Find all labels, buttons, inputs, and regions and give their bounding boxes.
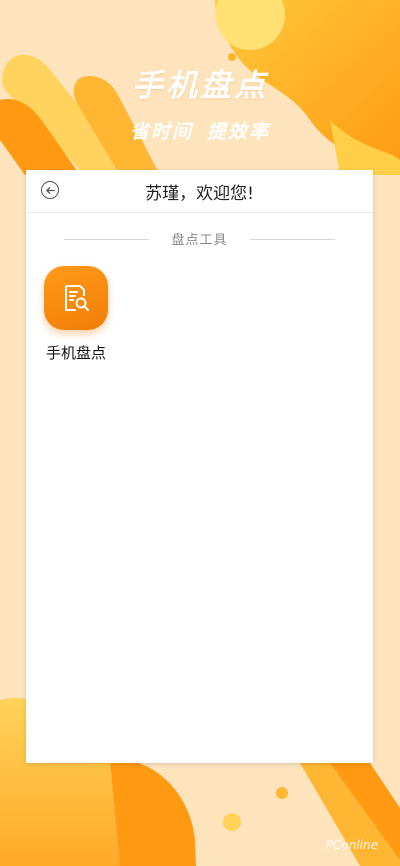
inventory-document-search-icon [44,266,108,330]
hero-subtitle: 省时间 提效率 [0,117,400,144]
card-header: 苏瑾，欢迎您! [26,170,373,213]
hero-banner: 手机盘点 省时间 提效率 [0,60,400,144]
hero-title: 手机盘点 [132,68,268,104]
hero-subtitle-efficiency: 提效率 [207,121,271,143]
welcome-title: 苏瑾，欢迎您! [145,184,254,204]
divider-line-left [64,239,149,240]
hero-subtitle-save-time: 省时间 [129,121,193,143]
section-label: 盘点工具 [171,233,228,248]
tool-label: 手机盘点 [45,344,106,362]
watermark: PConline [325,838,378,852]
divider-line-right [250,239,335,240]
section-divider: 盘点工具 [26,229,373,249]
tool-phone-inventory[interactable]: 手机盘点 [43,266,109,363]
main-card: 苏瑾，欢迎您! 盘点工具 手机盘点 [26,170,373,763]
